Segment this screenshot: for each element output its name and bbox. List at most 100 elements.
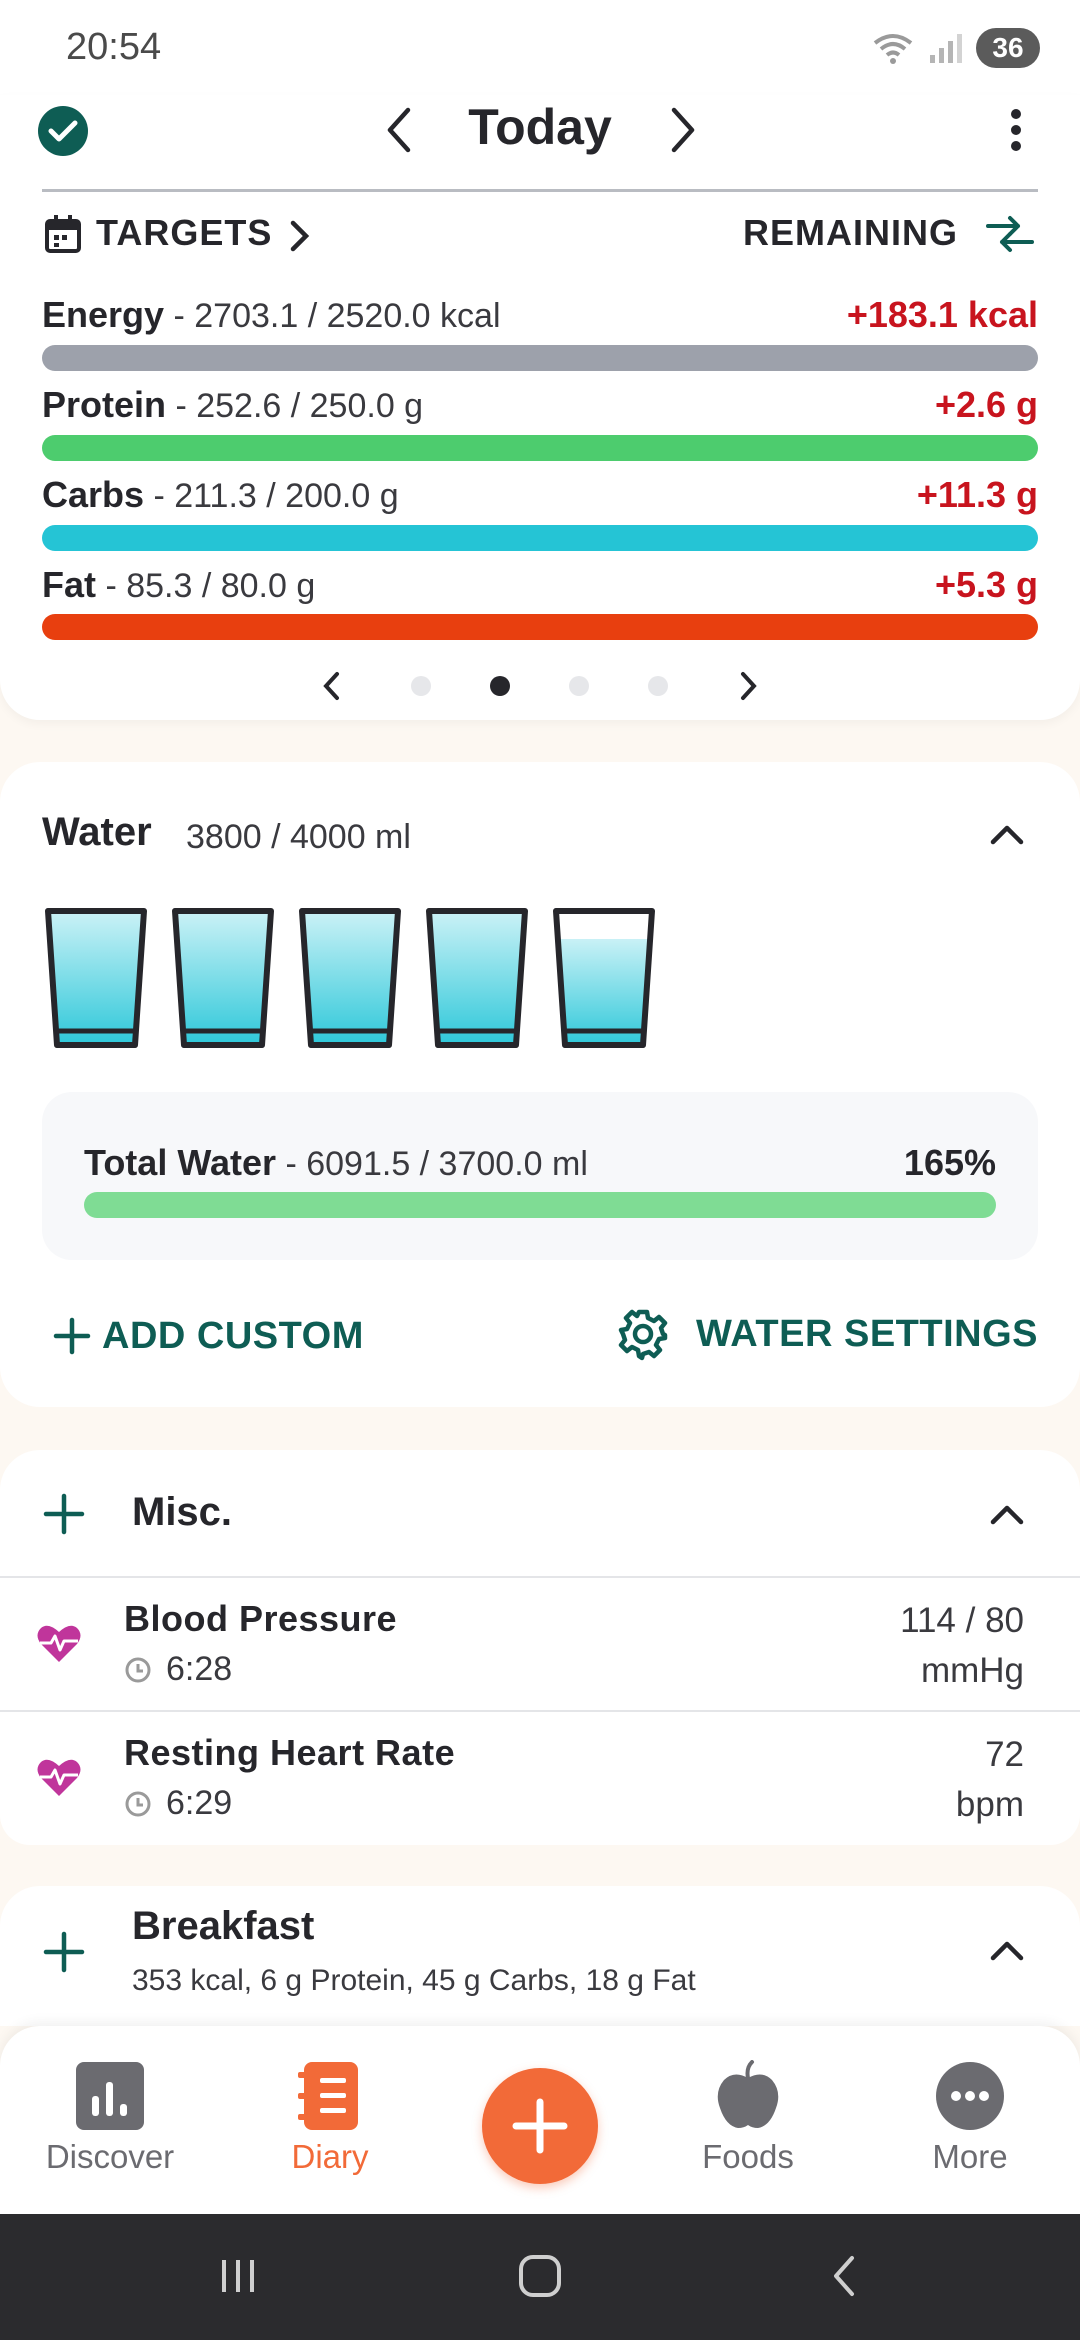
nutrient-name: Fat [42, 564, 96, 605]
water-glass[interactable] [42, 905, 150, 1051]
nutrient-values: - 2703.1 / 2520.0 kcal [164, 297, 501, 335]
pager-dot[interactable] [648, 676, 668, 696]
total-water-values: - 6091.5 / 3700.0 ml [276, 1145, 588, 1183]
nutrient-name: Protein [42, 384, 167, 425]
recent-apps-icon[interactable] [216, 2254, 260, 2298]
nav-discover[interactable]: Discover [20, 2060, 200, 2176]
calendar-icon [45, 215, 81, 253]
water-glass[interactable] [550, 905, 658, 1051]
home-icon[interactable] [516, 2252, 564, 2300]
water-settings-label: WATER SETTINGS [696, 1312, 1038, 1355]
breakfast-summary: 353 kcal, 6 g Protein, 45 g Carbs, 18 g … [132, 1964, 696, 1997]
nutrient-delta: +183.1 kcal [846, 294, 1038, 335]
wifi-icon [873, 34, 913, 64]
chevron-right-icon[interactable] [288, 218, 312, 254]
protein-row: Protein - 252.6 / 250.0 g [42, 384, 423, 426]
nav-label: Discover [45, 2138, 175, 2175]
row-divider [0, 1576, 1080, 1578]
targets-button[interactable]: TARGETS [96, 212, 272, 254]
pager-dot[interactable] [490, 676, 510, 696]
measure-unit: bpm [955, 1785, 1024, 1824]
pager-prev-icon[interactable] [318, 668, 346, 704]
heart-pulse-icon [37, 1759, 81, 1796]
protein-bar [42, 435, 1038, 461]
measure-value: 72 [985, 1735, 1024, 1774]
add-breakfast-icon[interactable] [42, 1930, 86, 1974]
fat-bar [42, 614, 1038, 640]
row-divider [0, 1710, 1080, 1712]
energy-row: Energy - 2703.1 / 2520.0 kcal [42, 294, 501, 336]
more-dots-icon [936, 2062, 1004, 2130]
total-water-percent: 165% [903, 1142, 996, 1183]
total-water-label: Total Water [84, 1142, 277, 1183]
nutrient-values: - 211.3 / 200.0 g [144, 477, 399, 515]
blood-pressure-time: 6:28 [124, 1650, 232, 1689]
pager-dot[interactable] [411, 676, 431, 696]
previous-day-button[interactable] [378, 102, 422, 158]
carbs-bar [42, 525, 1038, 551]
nav-label: More [932, 2138, 1008, 2175]
add-custom-button[interactable]: ADD CUSTOM [52, 1310, 364, 1362]
swap-arrows-icon[interactable] [984, 214, 1036, 254]
add-custom-label: ADD CUSTOM [102, 1314, 364, 1357]
water-glass[interactable] [169, 905, 277, 1051]
plus-icon [512, 2098, 568, 2154]
blood-pressure-name[interactable]: Blood Pressure [124, 1598, 397, 1640]
water-amount: 3800 / 4000 ml [186, 818, 411, 856]
status-time: 20:54 [66, 26, 162, 68]
total-water-row: Total Water - 6091.5 / 3700.0 ml [84, 1142, 588, 1184]
nutrient-name: Carbs [42, 474, 145, 515]
water-title: Water [42, 810, 152, 854]
page-title[interactable]: Today [430, 98, 650, 156]
resting-heart-rate-name[interactable]: Resting Heart Rate [124, 1732, 455, 1774]
gear-icon [618, 1309, 668, 1361]
plus-icon [53, 1317, 91, 1355]
diary-icon [298, 2062, 358, 2130]
fat-row: Fat - 85.3 / 80.0 g [42, 564, 315, 606]
next-day-button[interactable] [660, 102, 704, 158]
misc-title: Misc. [132, 1490, 233, 1534]
collapse-breakfast-icon[interactable] [985, 1936, 1029, 1966]
resting-heart-rate-value: 72 bpm [956, 1730, 1024, 1830]
status-icons: 36 [872, 28, 1040, 68]
energy-bar [42, 345, 1038, 371]
add-misc-icon[interactable] [42, 1492, 86, 1536]
water-settings-button[interactable]: WATER SETTINGS [616, 1306, 1038, 1362]
add-entry-button[interactable] [482, 2068, 598, 2184]
back-icon[interactable] [826, 2252, 862, 2300]
apple-icon [717, 2060, 779, 2128]
more-options-icon[interactable] [996, 102, 1036, 162]
bar-chart-icon [76, 2062, 144, 2130]
nav-foods[interactable]: Foods [658, 2060, 838, 2176]
header-divider [42, 189, 1038, 192]
remaining-toggle[interactable]: REMAINING [743, 212, 958, 254]
water-glass[interactable] [296, 905, 404, 1051]
signal-icon [930, 34, 962, 63]
collapse-water-icon[interactable] [985, 820, 1029, 850]
clock-icon [125, 1657, 151, 1682]
total-water-bar [84, 1192, 996, 1218]
pager-dot[interactable] [569, 676, 589, 696]
blood-pressure-value: 114 / 80 mmHg [900, 1596, 1024, 1696]
pager-next-icon[interactable] [734, 668, 762, 704]
nav-more[interactable]: More [880, 2060, 1060, 2176]
check-icon[interactable] [38, 106, 88, 156]
carbs-row: Carbs - 211.3 / 200.0 g [42, 474, 399, 516]
water-glass[interactable] [423, 905, 531, 1051]
measure-unit: mmHg [920, 1651, 1024, 1690]
breakfast-title[interactable]: Breakfast [132, 1904, 314, 1949]
measure-value: 114 / 80 [900, 1601, 1024, 1640]
heart-pulse-icon [37, 1625, 81, 1662]
resting-heart-rate-time: 6:29 [124, 1784, 232, 1823]
nav-label: Foods [702, 2138, 794, 2175]
nutrient-values: - 85.3 / 80.0 g [96, 567, 316, 605]
time-value: 6:29 [166, 1784, 233, 1822]
collapse-misc-icon[interactable] [985, 1500, 1029, 1530]
battery-indicator: 36 [976, 28, 1040, 68]
nav-diary[interactable]: Diary [240, 2060, 420, 2176]
time-value: 6:28 [166, 1650, 233, 1688]
nutrient-name: Energy [42, 294, 165, 335]
nutrient-delta: +5.3 g [934, 564, 1038, 605]
nutrient-values: - 252.6 / 250.0 g [166, 387, 424, 425]
nutrient-delta: +11.3 g [916, 474, 1038, 515]
